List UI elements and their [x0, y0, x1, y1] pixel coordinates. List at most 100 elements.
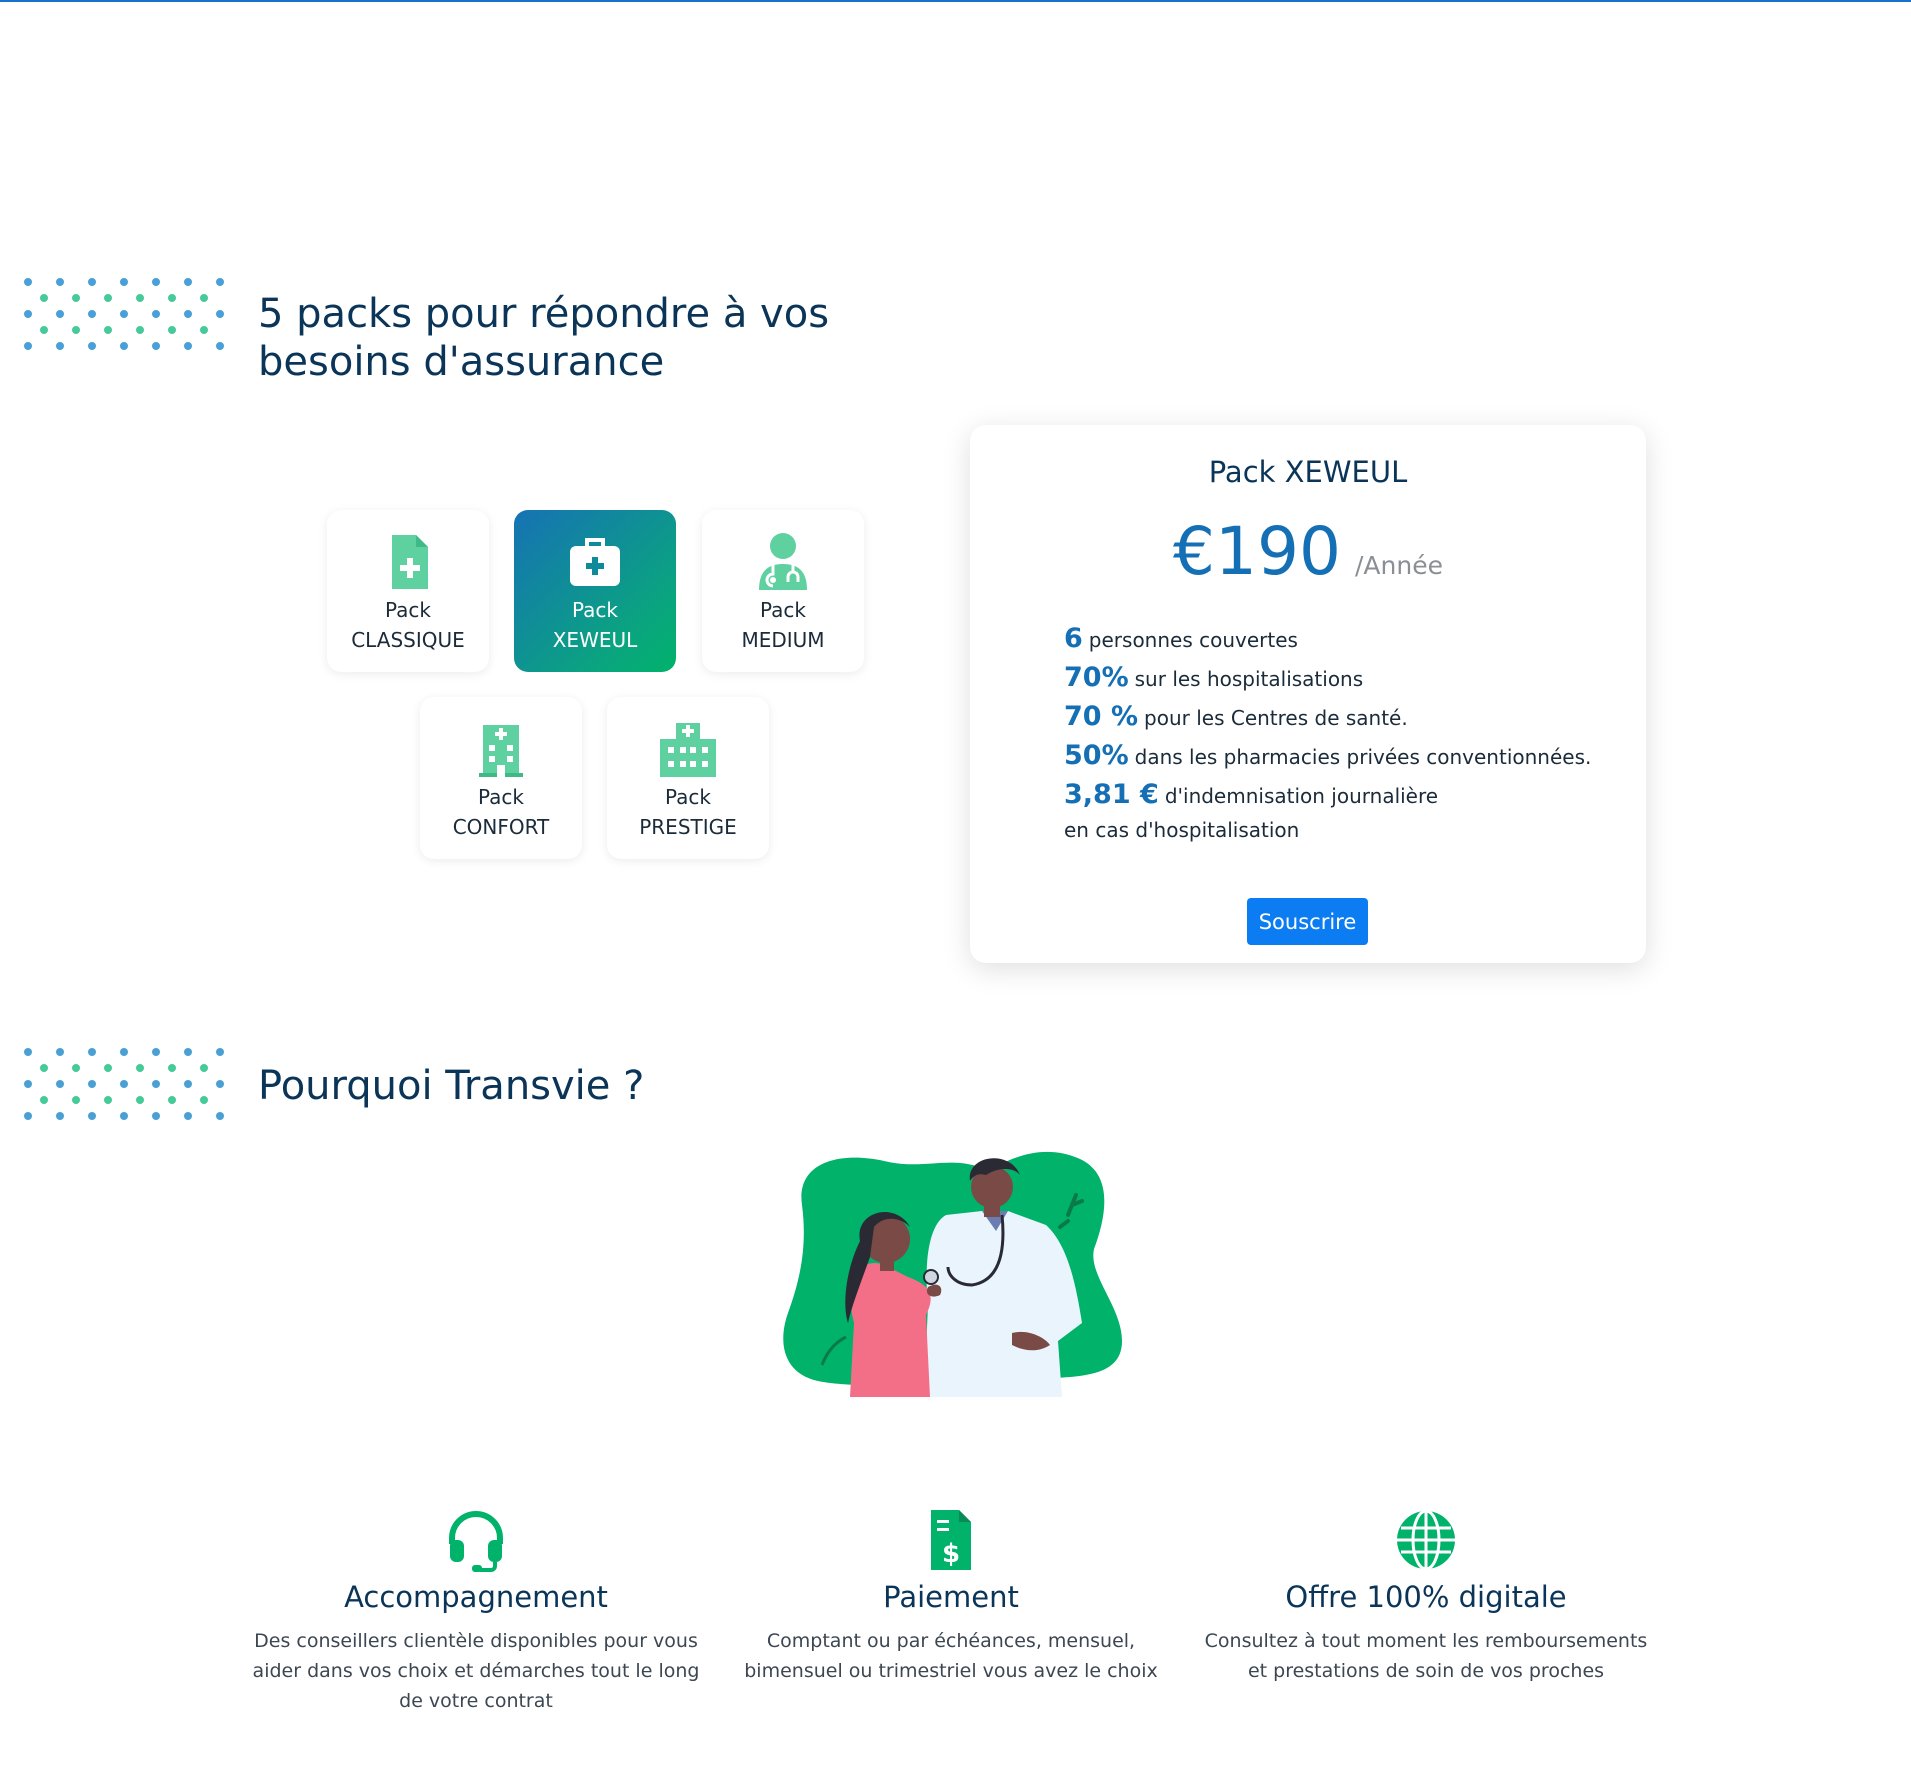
feature-text: pour les Centres de santé. [1144, 706, 1408, 730]
pack-label-name: PRESTIGE [639, 815, 737, 839]
decorative-dot [216, 310, 224, 318]
decorative-dot [24, 278, 32, 286]
pack-card-medium[interactable]: Pack MEDIUM [702, 510, 864, 672]
decorative-dot [216, 1112, 224, 1120]
pack-label-name: CLASSIQUE [351, 628, 465, 652]
feature-value: 70% [1064, 662, 1129, 693]
decorative-dot [136, 1096, 144, 1104]
decorative-dot [216, 1080, 224, 1088]
decorative-dot [40, 326, 48, 334]
feature-value: 70 % [1064, 701, 1139, 732]
decorative-dot [40, 1064, 48, 1072]
pack-label-name: CONFORT [452, 815, 550, 839]
doctor-icon [759, 533, 807, 590]
decorative-dot [56, 342, 64, 350]
decorative-dot [72, 326, 80, 334]
medical-file-icon [392, 535, 428, 589]
feature-text: personnes couvertes [1088, 628, 1298, 652]
decorative-dot [152, 1048, 160, 1056]
decorative-dot [184, 1048, 192, 1056]
feature-value: 6 [1064, 623, 1083, 654]
decorative-dot [24, 1112, 32, 1120]
decorative-dot [136, 326, 144, 334]
decorative-dot [168, 294, 176, 302]
decorative-dot [184, 1080, 192, 1088]
svg-text:$: $ [942, 1539, 960, 1569]
feature-title: Paiement [883, 1580, 1019, 1614]
medical-kit-icon [570, 538, 620, 586]
decorative-dot [56, 310, 64, 318]
decorative-dot [216, 342, 224, 350]
decorative-dot [152, 1112, 160, 1120]
feature-text: sur les hospitalisations [1134, 667, 1364, 691]
why-section-title: Pourquoi Transvie ? [258, 1063, 645, 1109]
decorative-dot [56, 278, 64, 286]
pack-card-xeweul[interactable]: Pack XEWEUL [514, 510, 676, 672]
invoice-icon: $ [931, 1510, 971, 1570]
pack-card-prestige[interactable]: Pack PRESTIGE [607, 697, 769, 859]
decorative-dot [120, 310, 128, 318]
feature-item: 70% sur les hospitalisations [1064, 659, 1591, 698]
feature-item: 3,81 € d'indemnisation journalière [1064, 776, 1591, 815]
hospital-icon [660, 723, 716, 777]
decorative-dot [168, 1064, 176, 1072]
feature-item: 6 personnes couvertes [1064, 620, 1591, 659]
subscribe-button[interactable]: Souscrire [1247, 898, 1368, 945]
pack-card-classique[interactable]: Pack CLASSIQUE [327, 510, 489, 672]
dot-pattern-decoration [24, 278, 228, 374]
headset-icon [449, 1511, 503, 1572]
decorative-dot [104, 294, 112, 302]
pack-price: €190 [1173, 513, 1341, 590]
price-period: /Année [1354, 551, 1443, 580]
feature-text: d'indemnisation journalière [1164, 784, 1439, 808]
decorative-dot [200, 326, 208, 334]
feature-description: Consultez à tout moment les remboursemen… [1204, 1630, 1648, 1682]
pack-detail-title: Pack XEWEUL [1208, 455, 1408, 489]
decorative-dot [88, 1048, 96, 1056]
decorative-dot [104, 326, 112, 334]
decorative-dot [136, 294, 144, 302]
feature-description: Des conseillers clientèle disponibles po… [252, 1630, 700, 1712]
pack-label-name: MEDIUM [741, 628, 825, 652]
pack-label-prefix: Pack [478, 785, 524, 809]
decorative-dot [104, 1096, 112, 1104]
pack-features-list: 6 personnes couvertes 70% sur les hospital… [1064, 620, 1591, 845]
globe-icon [1397, 1509, 1455, 1571]
feature-item: 50% dans les pharmacies privées conventio… [1064, 737, 1591, 776]
pack-card-confort[interactable]: Pack CONFORT [420, 697, 582, 859]
decorative-dot [40, 294, 48, 302]
decorative-dot [184, 1112, 192, 1120]
feature-accompagnement: Accompagnement Des conseillers clientèle… [238, 1508, 714, 1716]
decorative-dot [152, 278, 160, 286]
pack-label-prefix: Pack [385, 598, 431, 622]
feature-value: 3,81 € [1064, 779, 1159, 810]
price-row: €190/Année [970, 513, 1646, 590]
decorative-dot [88, 310, 96, 318]
decorative-dot [56, 1112, 64, 1120]
decorative-dot [184, 342, 192, 350]
feature-paiement: $ Paiement Comptant ou par échéances, me… [713, 1508, 1189, 1686]
decorative-dot [104, 1064, 112, 1072]
decorative-dot [120, 1048, 128, 1056]
decorative-dot [88, 1080, 96, 1088]
decorative-dot [88, 278, 96, 286]
decorative-dot [152, 342, 160, 350]
decorative-dot [120, 1112, 128, 1120]
decorative-dot [120, 342, 128, 350]
feature-note: en cas d'hospitalisation [1064, 818, 1300, 842]
decorative-dot [184, 310, 192, 318]
decorative-dot [88, 342, 96, 350]
decorative-dot [184, 278, 192, 286]
decorative-dot [24, 310, 32, 318]
decorative-dot [200, 1096, 208, 1104]
hospital-building-icon [479, 725, 523, 777]
decorative-dot [168, 1096, 176, 1104]
feature-item: 70 % pour les Centres de santé. [1064, 698, 1591, 737]
pack-label-prefix: Pack [572, 598, 618, 622]
decorative-dot [72, 1096, 80, 1104]
feature-text: dans les pharmacies privées conventionné… [1134, 745, 1592, 769]
packs-section-title: 5 packs pour répondre à vos besoins d'as… [258, 291, 830, 385]
decorative-dot [200, 1064, 208, 1072]
feature-digital: Offre 100% digitale Consultez à tout mom… [1188, 1508, 1664, 1686]
decorative-dot [72, 294, 80, 302]
